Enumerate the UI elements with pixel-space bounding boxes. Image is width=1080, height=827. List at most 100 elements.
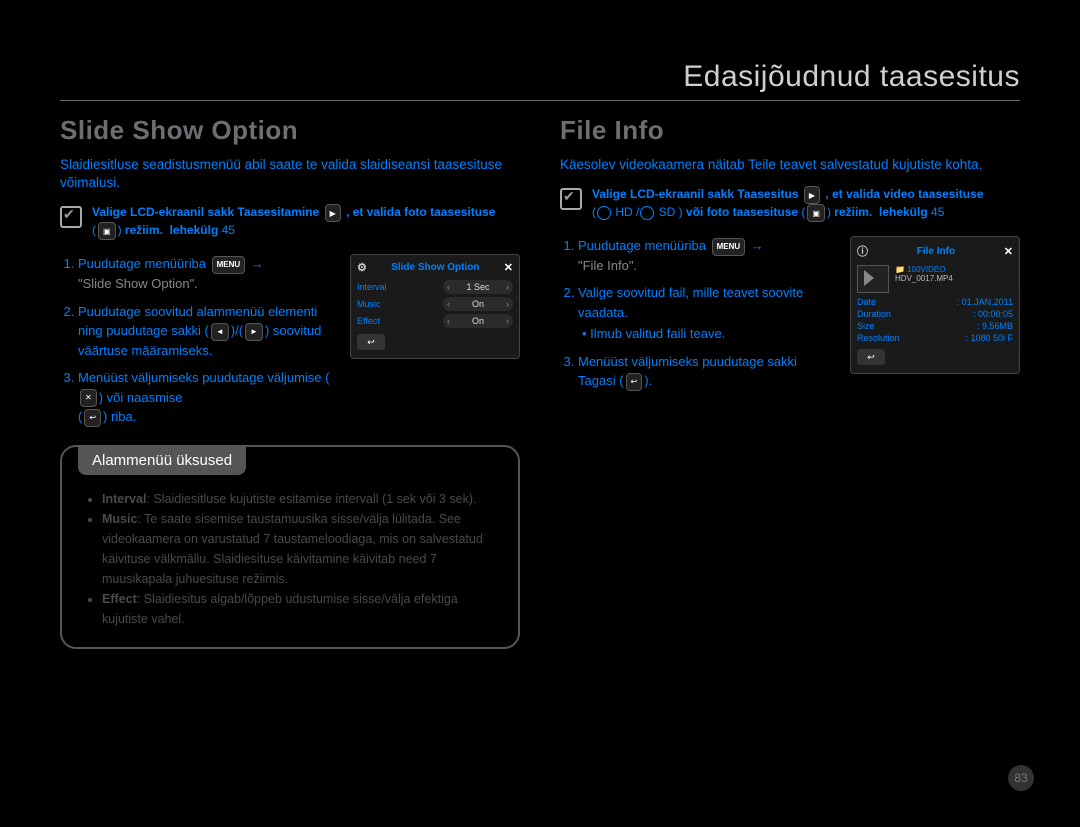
info-v: : 00:00:05 (973, 309, 1013, 319)
device-back-icon: ↩ (857, 349, 885, 365)
submenu-item: Interval: Slaidiesitluse kujutiste esita… (102, 489, 500, 509)
submenu-item-rest: : Te saate sisemise taustamuusika sisse/… (102, 512, 483, 586)
divider (60, 100, 1020, 101)
step3a: Menüüst väljumiseks puudutage sakki Taga… (578, 354, 797, 389)
step2: Puudutage soovitud alammenüü elementi ni… (78, 302, 332, 361)
device-back-icon: ↩ (357, 334, 385, 350)
prev-button-icon: ◄ (211, 323, 229, 341)
step1a: Puudutage menüüriba (78, 256, 206, 271)
info-k: Resolution (857, 333, 900, 343)
steps-left: Puudutage menüüriba MENU → "Slide Show O… (60, 254, 332, 434)
device-title: Slide Show Option (391, 262, 479, 273)
submenu-item-bold: Music (102, 512, 137, 526)
chapter-title: Edasijõudnud taasesitus (60, 60, 1020, 94)
info-v: : 01.JAN.2011 (957, 297, 1013, 307)
gear-icon: ⚙ (357, 261, 367, 274)
info-v: : 1080 50i F (965, 333, 1013, 343)
precheck-text-left: Valige LCD-ekraanil sakk Taasesitamine ▶… (92, 204, 495, 240)
row-label: Interval (357, 282, 387, 292)
step2: Valige soovitud fail, mille teavet soovi… (578, 283, 832, 344)
device-fileinfo: ⓘ File Info ✕ 📁 100VIDEO HDV_0017.MP4 Da… (850, 236, 1020, 374)
photo-mode-icon: ▣ (98, 222, 116, 240)
precheck-line3: või foto taasesituse (686, 205, 798, 219)
device-close-icon: ✕ (1004, 245, 1013, 258)
submenu-item: Effect: Slaidiesitus algab/lõppeb udustu… (102, 589, 500, 629)
pageref-num: 45 (222, 224, 235, 238)
row-label: Effect (357, 316, 380, 326)
step1: Puudutage menüüriba MENU → "Slide Show O… (78, 254, 332, 293)
info-icon: ⓘ (857, 243, 868, 259)
submenu-item-rest: : Slaidiesitus algab/lõppeb udustumise s… (102, 592, 458, 626)
info-k: Duration (857, 309, 891, 319)
playback-tab-icon: ▶ (325, 204, 341, 222)
precheck-right: Valige LCD-ekraanil sakk Taasesitus ▶ , … (560, 186, 1020, 222)
precheck-text-right: Valige LCD-ekraanil sakk Taasesitus ▶ , … (592, 186, 983, 222)
page-number: 83 (1008, 765, 1034, 791)
step2-bullet: Ilmub valitud faili teave. (582, 324, 832, 344)
info-v: : 9.56MB (977, 321, 1013, 331)
step3: Menüüst väljumiseks puudutage väljumise … (78, 368, 332, 427)
pageref-label: lehekülg (170, 224, 219, 238)
sd-mode-icon (640, 206, 654, 220)
submenu-item-bold: Effect (102, 592, 137, 606)
playback-tab-icon: ▶ (804, 186, 820, 204)
submenu-item-rest: : Slaidiesitluse kujutiste esitamise int… (146, 492, 476, 506)
arrow-right-icon: → (751, 238, 764, 253)
right-column: File Info Käesolev videokaamera näitab T… (560, 115, 1020, 649)
precheck-line2: , et valida foto taasesituse (346, 206, 495, 220)
info-k: Date (857, 297, 876, 307)
hd-mode-icon (597, 206, 611, 220)
checkbox-icon (560, 188, 582, 210)
menu-button-icon: MENU (712, 238, 746, 256)
device-row: Interval ‹1 Sec› (357, 280, 513, 294)
section-heading-slideshow: Slide Show Option (60, 115, 520, 146)
row-label: Music (357, 299, 381, 309)
intro-right: Käesolev videokaamera näitab Teile teave… (560, 156, 1020, 174)
precheck-line1: Valige LCD-ekraanil sakk Taasesitamine (92, 206, 319, 220)
precheck-left: Valige LCD-ekraanil sakk Taasesitamine ▶… (60, 204, 520, 240)
step3b: või naasmise (107, 390, 183, 405)
row-value: 1 Sec (466, 282, 489, 292)
device-close-icon: ✕ (504, 261, 513, 274)
next-button-icon: ► (245, 323, 263, 341)
precheck-line4: režiim. (834, 205, 872, 219)
device-title: File Info (917, 246, 955, 257)
step3: Menüüst väljumiseks puudutage sakki Taga… (578, 352, 832, 391)
step3c: riba. (111, 409, 136, 424)
folder-name: 📁 100VIDEO (895, 265, 953, 274)
precheck-line3: režiim. (125, 224, 163, 238)
photo-mode-icon: ▣ (807, 204, 825, 222)
file-name: HDV_0017.MP4 (895, 274, 953, 283)
menu-button-icon: MENU (212, 256, 246, 274)
back-button-icon: ↩ (84, 409, 101, 427)
left-column: Slide Show Option Slaidiesitluse seadist… (60, 115, 520, 649)
device-row: Effect ‹On› (357, 314, 513, 328)
row-value: On (472, 299, 484, 309)
submenu-title: Alammenüü üksused (78, 446, 246, 475)
info-k: Size (857, 321, 875, 331)
step2-text: Valige soovitud fail, mille teavet soovi… (578, 285, 803, 320)
close-button-icon: ✕ (80, 389, 97, 407)
step1b: "File Info". (578, 258, 637, 273)
arrow-right-icon: → (251, 256, 264, 271)
submenu-item-bold: Interval (102, 492, 146, 506)
device-row: Music ‹On› (357, 297, 513, 311)
back-button-icon: ↩ (626, 373, 643, 391)
section-heading-fileinfo: File Info (560, 115, 1020, 146)
steps-right: Puudutage menüüriba MENU → "File Info". … (560, 236, 832, 399)
step1a: Puudutage menüüriba (578, 238, 706, 253)
row-value: On (472, 316, 484, 326)
video-thumb-icon (857, 265, 889, 293)
precheck-line2: , et valida video taasesituse (825, 187, 983, 201)
intro-left: Slaidiesitluse seadistusmenüü abil saate… (60, 156, 520, 192)
submenu-item: Music: Te saate sisemise taustamuusika s… (102, 509, 500, 589)
step1: Puudutage menüüriba MENU → "File Info". (578, 236, 832, 275)
pageref-num: 45 (931, 205, 944, 219)
pageref-label: lehekülg (879, 205, 928, 219)
step3a: Menüüst väljumiseks puudutage väljumise (78, 370, 322, 385)
checkbox-icon (60, 206, 82, 228)
device-slideshow: ⚙ Slide Show Option ✕ Interval ‹1 Sec› M… (350, 254, 520, 359)
precheck-line1: Valige LCD-ekraanil sakk Taasesitus (592, 187, 799, 201)
step1b: "Slide Show Option". (78, 276, 198, 291)
submenu-box: Alammenüü üksused Interval: Slaidiesitlu… (60, 445, 520, 649)
